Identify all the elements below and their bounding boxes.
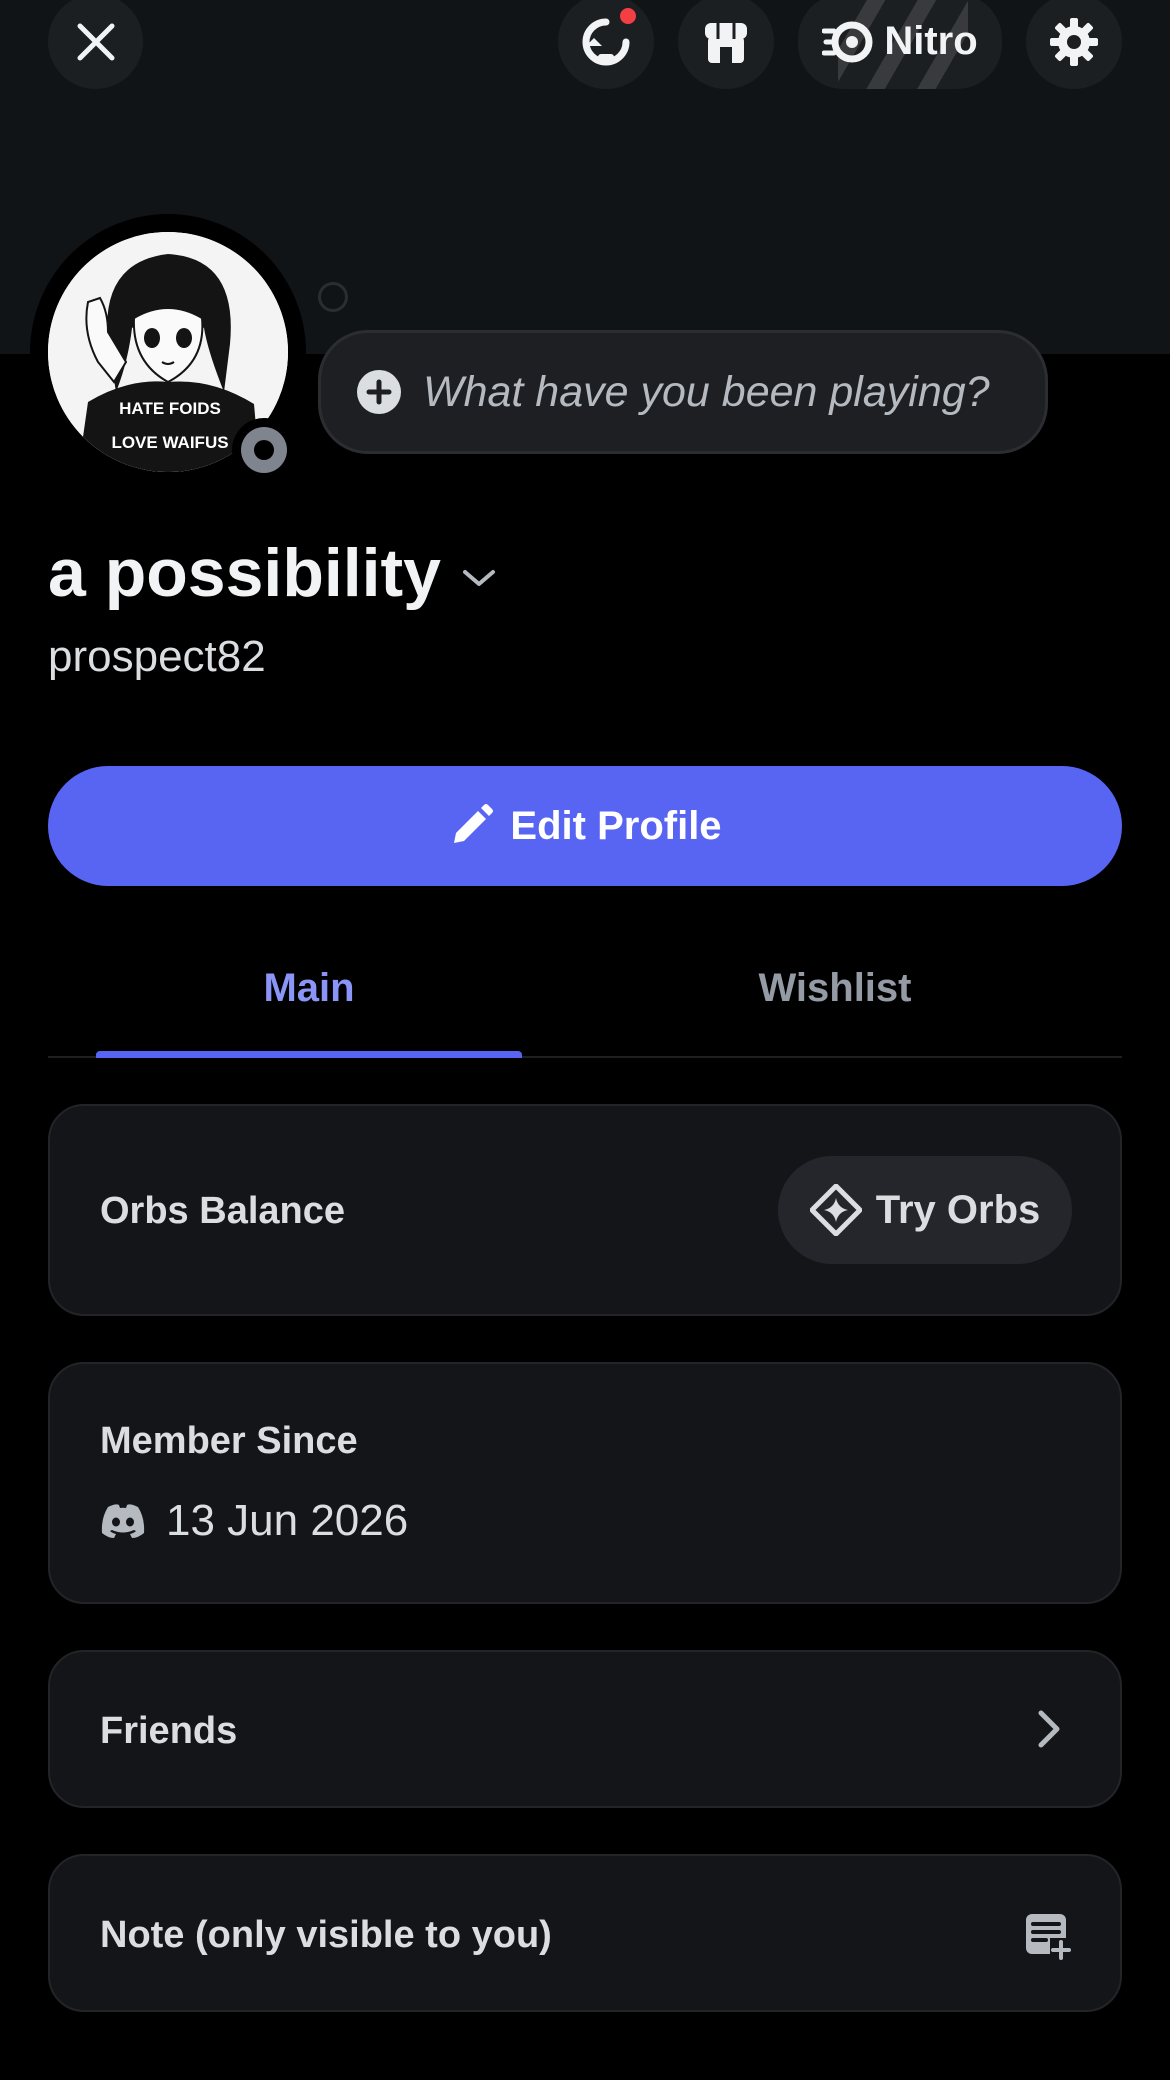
edit-profile-label: Edit Profile (510, 803, 722, 848)
display-name-dropdown[interactable]: a possibility (48, 534, 497, 612)
nitro-icon (822, 21, 873, 62)
add-circle-icon (357, 370, 401, 414)
orbs-balance-title: Orbs Balance (100, 1190, 345, 1232)
profile-tabs: Main Wishlist (48, 922, 1122, 1058)
add-note-icon (1026, 1914, 1072, 1960)
avatar-shirt-text-1: HATE FOIDS (119, 399, 221, 418)
try-orbs-button[interactable]: Try Orbs (778, 1156, 1072, 1264)
activity-placeholder: What have you been playing? (423, 367, 990, 416)
note-title: Note (only visible to you) (100, 1914, 552, 1956)
tab-wishlist[interactable]: Wishlist (622, 922, 1048, 1054)
offline-status-icon (241, 427, 287, 473)
tab-main[interactable]: Main (96, 922, 522, 1054)
orb-icon (809, 1184, 862, 1236)
username: prospect82 (48, 632, 266, 681)
friends-title: Friends (100, 1710, 238, 1752)
nitro-button[interactable]: Nitro (798, 0, 1002, 89)
note-card[interactable]: Note (only visible to you) (48, 1854, 1122, 2012)
status-indicator (232, 418, 296, 482)
pencil-icon (454, 804, 494, 843)
friends-card[interactable]: Friends (48, 1650, 1122, 1808)
member-since-row: 13 Jun 2026 (100, 1496, 408, 1546)
gear-icon (1050, 17, 1098, 66)
activity-status-button[interactable]: What have you been playing? (318, 330, 1048, 454)
try-orbs-label: Try Orbs (875, 1187, 1041, 1232)
chevron-down-icon (463, 570, 495, 586)
nitro-label: Nitro (884, 19, 978, 63)
close-icon (77, 23, 114, 60)
notification-dot (620, 8, 636, 24)
discord-logo-icon (101, 1504, 145, 1538)
active-tab-indicator (96, 1051, 522, 1058)
chevron-right-icon (1038, 1710, 1060, 1748)
shop-icon (705, 22, 747, 63)
avatar-shirt-text-2: LOVE WAIFUS (111, 433, 228, 452)
member-since-card: Member Since 13 Jun 2026 (48, 1362, 1122, 1604)
orbs-balance-card: Orbs Balance Try Orbs (48, 1104, 1122, 1316)
edit-profile-button[interactable]: Edit Profile (48, 766, 1122, 886)
member-since-date: 13 Jun 2026 (166, 1496, 409, 1545)
member-since-title: Member Since (100, 1420, 358, 1462)
display-name: a possibility (48, 535, 441, 611)
thought-bubble-dot (318, 282, 348, 312)
